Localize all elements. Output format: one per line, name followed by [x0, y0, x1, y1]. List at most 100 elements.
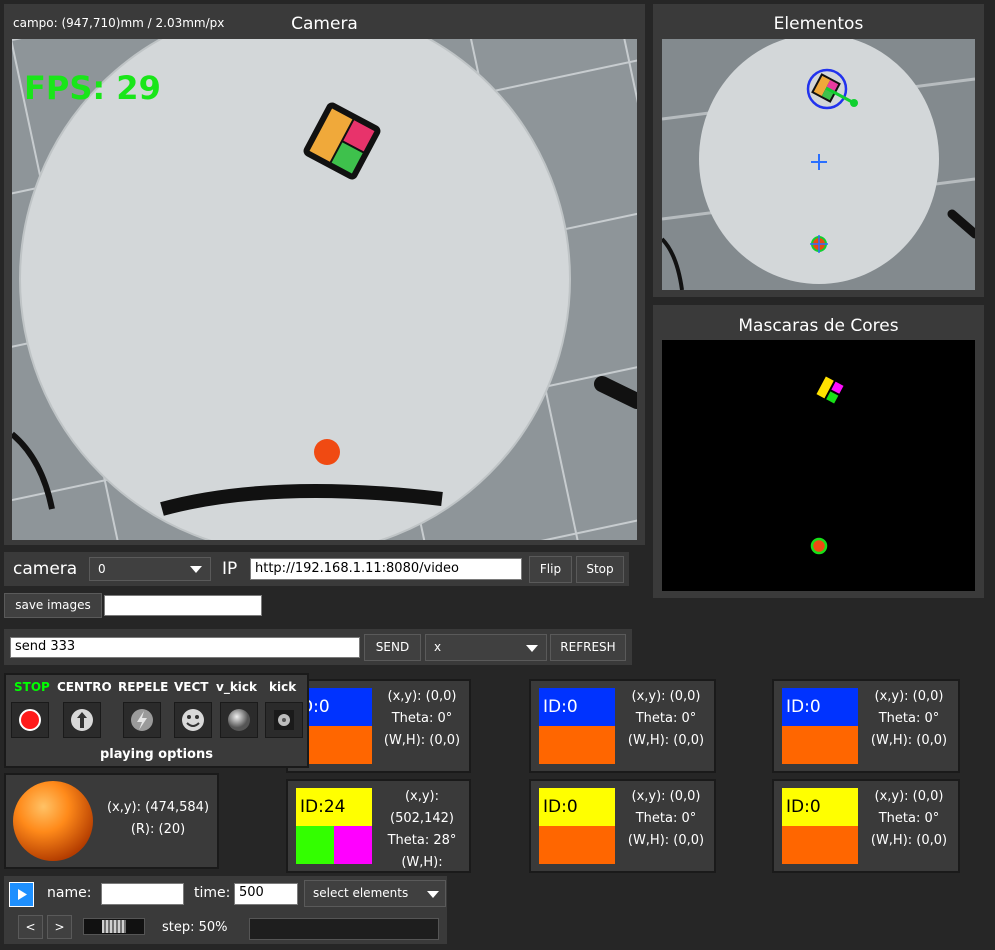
elements-view	[662, 39, 975, 290]
chevron-down-icon	[526, 644, 538, 652]
camera-controls: camera 0 IP http://192.168.1.11:8080/vid…	[4, 552, 629, 586]
robot-xy: (x,y): (0,0)	[631, 789, 701, 804]
save-images-button[interactable]: save images	[4, 593, 102, 618]
stop-icon	[19, 709, 41, 731]
step-slider-thumb[interactable]	[102, 920, 126, 933]
robot-wh: (W,H): (0,0)	[383, 733, 461, 748]
masks-panel: Mascaras de Cores	[653, 305, 984, 598]
robot-color-patch: ID:0	[539, 788, 615, 864]
robot-team-patch	[539, 826, 615, 864]
robot-theta: Theta: 0°	[878, 811, 940, 826]
camera-select[interactable]: 0	[89, 557, 211, 581]
ip-input[interactable]: http://192.168.1.11:8080/video	[250, 558, 522, 580]
repele-button[interactable]	[123, 702, 161, 738]
kick-icon	[274, 710, 294, 730]
v-kick-button[interactable]	[220, 702, 258, 738]
camera-image: FPS: 29	[12, 39, 637, 540]
v-kick-icon	[228, 709, 250, 731]
flip-button[interactable]: Flip	[529, 556, 572, 583]
robot-theta: Theta: 28°	[387, 833, 457, 848]
command-input[interactable]: send 333	[10, 637, 360, 658]
robot-color-left	[296, 826, 334, 864]
ball-marker	[314, 439, 340, 465]
robot-info: (x,y): (0,0) Theta: 0° (W,H): (0,0)	[862, 786, 956, 852]
send-button[interactable]: SEND	[364, 634, 421, 661]
label-kick: kick	[269, 680, 297, 694]
robot-color-patch: ID:0	[782, 688, 858, 764]
robot-color-patch: ID:0	[782, 788, 858, 864]
robot-xy: (x,y): (0,0)	[387, 689, 457, 704]
time-input[interactable]: 500	[234, 883, 298, 905]
robot-info: (x,y): (0,0) Theta: 0° (W,H): (0,0)	[862, 686, 956, 752]
port-select-value: x	[434, 640, 442, 654]
robot-xy: (x,y): (0,0)	[631, 689, 701, 704]
ball-info: (x,y): (474,584) (R): (20)	[98, 797, 218, 841]
recorder-panel: name: time: 500 select elements < > step…	[4, 876, 447, 944]
ball-radius: (R): (20)	[130, 822, 186, 837]
prev-button[interactable]: <	[18, 915, 43, 939]
vector-icon	[182, 709, 204, 731]
robot-xy: (x,y): (0,0)	[874, 789, 944, 804]
masks-title: Mascaras de Cores	[738, 316, 899, 336]
label-repele: REPELE	[118, 680, 169, 694]
ball-icon	[13, 781, 93, 861]
next-button[interactable]: >	[47, 915, 72, 939]
robot-theta: Theta: 0°	[635, 811, 697, 826]
time-label: time:	[194, 885, 231, 901]
step-progress-bar	[249, 918, 439, 940]
label-vect: VECT	[174, 680, 209, 694]
robot-card: ID:24 (x,y): (502,142) Theta: 28° (W,H):…	[286, 779, 471, 892]
save-images-input[interactable]	[104, 595, 262, 616]
play-button[interactable]	[9, 882, 34, 907]
chevron-down-icon	[190, 566, 202, 573]
robot-id: ID:0	[539, 788, 615, 826]
select-elements-dropdown[interactable]: select elements	[304, 880, 446, 907]
kick-button[interactable]	[265, 702, 303, 738]
step-slider[interactable]	[83, 918, 145, 935]
stop-camera-button[interactable]: Stop	[576, 556, 624, 583]
camera-feed[interactable]: FPS: 29	[12, 39, 637, 540]
robot-color-right	[334, 826, 372, 864]
robot-id: ID:0	[539, 688, 615, 726]
camera-select-value: 0	[98, 562, 106, 576]
ip-label: IP	[222, 559, 238, 579]
robot-id: ID:0	[782, 788, 858, 826]
chevron-down-icon	[427, 890, 439, 898]
robot-team-patch	[782, 726, 858, 764]
robot-id: ID:0	[782, 688, 858, 726]
playing-options: STOP CENTRO REPELE VECT v_kick kick play…	[4, 673, 309, 768]
robot-wh: (W,H): (0,0)	[870, 833, 948, 848]
stop-button[interactable]	[11, 702, 49, 738]
name-input[interactable]	[101, 883, 184, 905]
robot-xy: (x,y): (502,142)	[390, 789, 454, 826]
refresh-button[interactable]: REFRESH	[550, 634, 626, 661]
center-icon	[71, 709, 93, 731]
robot-wh: (W,H): (0,0)	[627, 833, 705, 848]
centro-button[interactable]	[63, 702, 101, 738]
playing-options-title: playing options	[100, 747, 213, 762]
label-centro: CENTRO	[57, 680, 112, 694]
robot-info: (x,y): (0,0) Theta: 0° (W,H): (0,0)	[619, 786, 713, 852]
fps-overlay: FPS: 29	[24, 69, 161, 107]
elements-title: Elementos	[773, 14, 864, 34]
ball-xy: (x,y): (474,584)	[106, 800, 210, 815]
label-stop: STOP	[14, 680, 50, 694]
camera-title: Camera	[291, 14, 358, 34]
ball-panel: (x,y): (474,584) (R): (20)	[4, 773, 219, 869]
serial-controls: send 333 SEND x REFRESH	[4, 629, 632, 665]
vect-button[interactable]	[174, 702, 212, 738]
port-select[interactable]: x	[425, 634, 547, 661]
robot-info: (x,y): (0,0) Theta: 0° (W,H): (0,0)	[376, 686, 468, 752]
robot-theta: Theta: 0°	[391, 711, 453, 726]
robot-theta: Theta: 0°	[878, 711, 940, 726]
robot-color-patch: ID:0	[539, 688, 615, 764]
robot-card: ID:0 (x,y): (0,0) Theta: 0° (W,H): (0,0)	[772, 679, 960, 773]
camera-label: camera	[13, 559, 78, 579]
robot-id: ID:24	[296, 788, 372, 826]
name-label: name:	[47, 885, 92, 901]
robot-card: ID:0 (x,y): (0,0) Theta: 0° (W,H): (0,0)	[529, 779, 716, 873]
robot-color-patch: ID:24	[296, 788, 372, 864]
masks-view	[662, 340, 975, 591]
robot-wh: (W,H): (0,0)	[627, 733, 705, 748]
camera-panel: campo: (947,710)mm / 2.03mm/px Camera FP…	[4, 4, 645, 545]
